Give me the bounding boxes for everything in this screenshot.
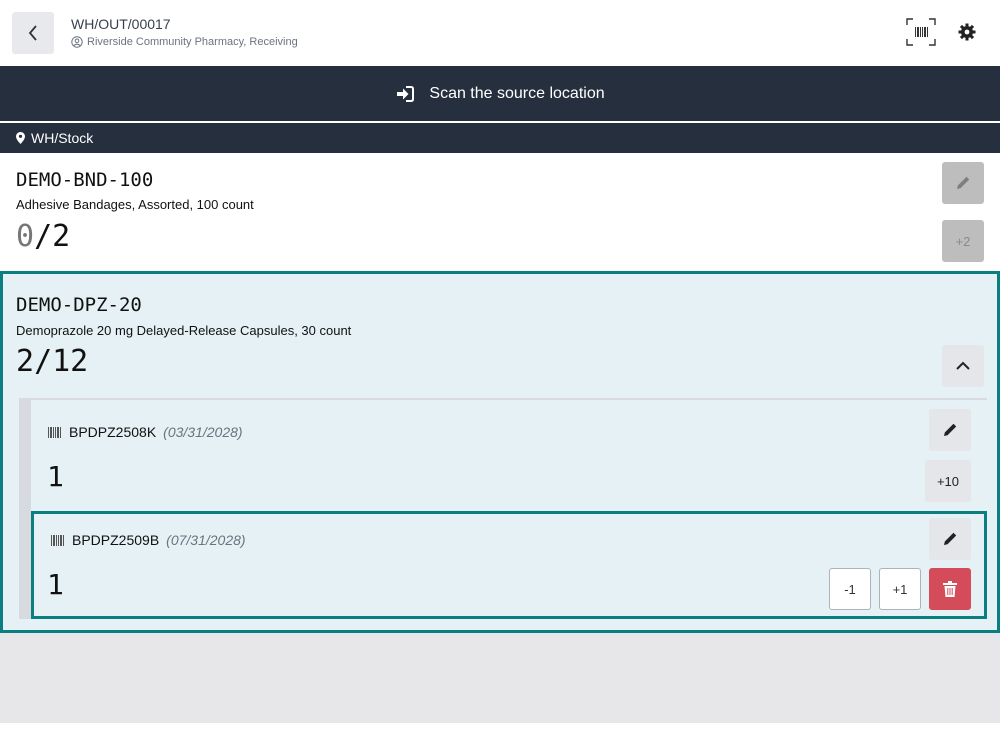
product-name: Demoprazole 20 mg Delayed-Release Capsul… [16, 323, 352, 338]
pencil-icon [944, 532, 957, 545]
barcode-icon [51, 534, 64, 546]
top-bar: WH/OUT/00017 Riverside Community Pharmac… [0, 0, 1000, 66]
trash-icon [943, 581, 957, 597]
move-line-card[interactable]: DEMO-BND-100 Adhesive Bandages, Assorted… [0, 153, 1000, 271]
lot-quantity: 1 [47, 568, 64, 601]
product-code: DEMO-BND-100 [16, 169, 154, 191]
empty-area [0, 633, 1000, 723]
lot-line[interactable]: BPDPZ2508K (03/31/2028) 1 +10 [31, 400, 987, 511]
partner-name: Riverside Community Pharmacy, Receiving [87, 36, 298, 48]
lot-label: BPDPZ2509B (07/31/2028) [51, 532, 246, 548]
lot-list: BPDPZ2508K (03/31/2028) 1 +10 BPDPZ2509B [19, 398, 987, 619]
quantity-done: 0 [16, 219, 35, 254]
increment-button[interactable]: +2 [942, 220, 984, 262]
lot-line-selected[interactable]: BPDPZ2509B (07/31/2028) 1 -1 +1 [31, 511, 987, 619]
barcode-scan-icon[interactable] [906, 18, 936, 46]
gear-icon[interactable] [957, 22, 977, 42]
map-marker-icon [16, 132, 25, 144]
quantity-progress: 2/12 [16, 344, 88, 379]
lot-number: BPDPZ2508K [69, 424, 157, 440]
pencil-icon [944, 423, 957, 436]
partner-info: Riverside Community Pharmacy, Receiving [71, 36, 298, 48]
lot-quantity: 1 [47, 460, 64, 493]
edit-button[interactable] [929, 409, 971, 451]
back-button[interactable] [12, 12, 54, 54]
instruction-text: Scan the source location [429, 84, 605, 102]
increment-button[interactable]: +10 [925, 460, 971, 502]
quantity-total: /12 [34, 344, 89, 379]
lot-expiry: (07/31/2028) [166, 532, 246, 548]
product-name: Adhesive Bandages, Assorted, 100 count [16, 197, 254, 212]
sign-in-icon [397, 85, 415, 102]
source-location-bar[interactable]: WH/Stock [0, 123, 1000, 153]
lot-number: BPDPZ2509B [72, 532, 160, 548]
quantity-done: 2 [16, 344, 35, 379]
move-line-card-selected[interactable]: DEMO-DPZ-20 Demoprazole 20 mg Delayed-Re… [0, 271, 1000, 633]
edit-button[interactable] [929, 518, 971, 560]
lot-expiry: (03/31/2028) [163, 424, 243, 440]
user-circle-icon [71, 36, 83, 48]
collapse-button[interactable] [942, 345, 984, 387]
location-name: WH/Stock [31, 130, 94, 146]
pencil-icon [957, 176, 970, 189]
quantity-progress: 0/2 [16, 219, 70, 254]
chevron-up-icon [956, 361, 970, 370]
edit-button[interactable] [942, 162, 984, 204]
increment-button[interactable]: +1 [879, 568, 921, 610]
decrement-button[interactable]: -1 [829, 568, 871, 610]
quantity-total: /2 [34, 219, 71, 254]
scan-instruction-banner: Scan the source location [0, 66, 1000, 121]
delete-button[interactable] [929, 568, 971, 610]
barcode-icon [48, 426, 61, 438]
chevron-left-icon [28, 25, 37, 41]
product-code: DEMO-DPZ-20 [16, 294, 142, 316]
lot-label: BPDPZ2508K (03/31/2028) [48, 424, 243, 440]
picking-reference: WH/OUT/00017 [71, 16, 171, 32]
